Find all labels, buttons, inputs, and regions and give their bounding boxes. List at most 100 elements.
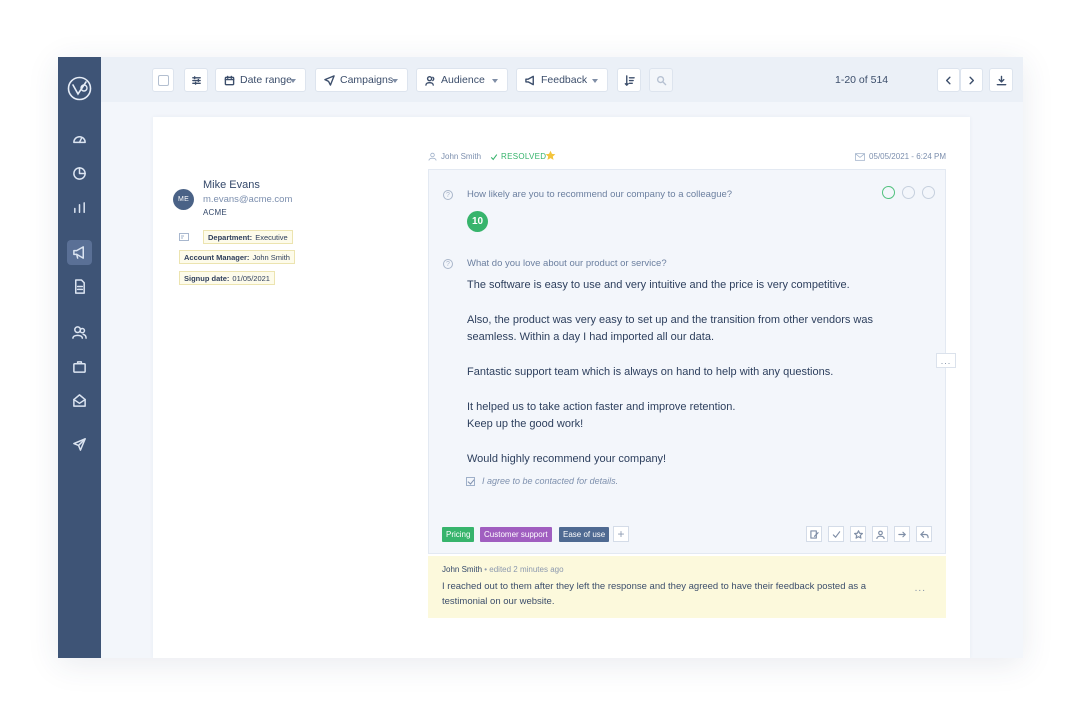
gauge-icon: [73, 136, 86, 144]
consent-label: I agree to be contacted for details.: [482, 476, 619, 486]
reply-icon: [919, 530, 929, 538]
checkbox-box: [157, 74, 169, 86]
attribute-account-manager-label: Account Manager:: [184, 252, 250, 262]
brand-logo-icon[interactable]: [66, 75, 93, 102]
sidebar-item-dashboard[interactable]: [67, 127, 92, 152]
tag-pricing[interactable]: Pricing: [442, 527, 475, 542]
sidebar-item-analytics[interactable]: [67, 195, 92, 220]
feedback-dropdown[interactable]: Feedback: [516, 68, 608, 92]
envelope-icon: [855, 152, 866, 161]
campaigns-dropdown[interactable]: Campaigns: [315, 68, 408, 92]
tag-ease-of-use[interactable]: Ease of use: [559, 527, 610, 542]
star-icon[interactable]: [545, 150, 556, 161]
feedback-label: Feedback: [541, 74, 588, 86]
answer-paragraph: It helped us to take action faster and i…: [467, 401, 736, 413]
star-outline-icon: [853, 529, 863, 539]
nps-score-badge: 10: [467, 211, 488, 232]
sidebar-item-contacts[interactable]: [67, 320, 92, 345]
smile-face-icon: [882, 186, 895, 199]
sidebar: [58, 57, 101, 658]
audience-label: Audience: [441, 74, 485, 86]
bar-chart-icon: [74, 202, 85, 213]
contact-email[interactable]: m.evans@acme.com: [203, 194, 292, 205]
pagination-label: 1-20 of 514: [835, 74, 889, 86]
filters-button[interactable]: [184, 68, 208, 92]
neutral-face-icon: [902, 186, 915, 199]
contact-company: ACME: [203, 208, 227, 217]
next-page-button[interactable]: [960, 68, 983, 92]
contact-name[interactable]: Mike Evans: [203, 179, 260, 191]
download-icon: [996, 75, 1006, 85]
chevron-down-icon: [592, 79, 598, 83]
edit-icon: [809, 529, 819, 539]
check-icon: [490, 153, 498, 160]
add-tag-button[interactable]: +: [613, 526, 629, 542]
sidebar-item-reports[interactable]: [67, 161, 92, 186]
answer-paragraph: The software is easy to use and very int…: [467, 279, 850, 291]
chevron-right-icon: [969, 76, 975, 84]
sidebar-item-send[interactable]: [67, 432, 92, 457]
assign-button[interactable]: [872, 526, 888, 542]
sidebar-item-documents[interactable]: [67, 274, 92, 299]
answer-paragraph: Keep up the good work!: [467, 418, 584, 430]
consent-checkbox[interactable]: I agree to be contacted for details.: [466, 476, 618, 486]
response-date-text: 05/05/2021 - 6:24 PM: [869, 152, 946, 161]
forward-button[interactable]: [894, 526, 910, 542]
megaphone-icon: [525, 75, 534, 85]
reply-button[interactable]: [916, 526, 932, 542]
chevron-left-icon: [945, 76, 951, 84]
paper-plane-icon: [324, 74, 335, 86]
favorite-button[interactable]: [850, 526, 866, 542]
tag-customer-support[interactable]: Customer support: [480, 527, 552, 542]
document-icon: [75, 279, 85, 294]
select-all-checkbox[interactable]: [152, 68, 174, 92]
users-icon: [425, 75, 435, 86]
attribute-signup-date: Signup date: 01/05/2021: [179, 271, 275, 285]
avatar[interactable]: ME: [173, 189, 194, 210]
response-card: ME Mike Evans m.evans@acme.com ACME Depa…: [153, 117, 970, 658]
response-date: 05/05/2021 - 6:24 PM: [855, 152, 946, 161]
sidebar-item-feedback[interactable]: [67, 240, 92, 265]
chevron-down-icon: [290, 79, 296, 83]
megaphone-icon: [73, 246, 84, 259]
search-icon: [656, 75, 666, 85]
answer-paragraph: Would highly recommend your company!: [467, 453, 667, 465]
date-range-label: Date range: [240, 74, 292, 86]
resolve-button[interactable]: [828, 526, 844, 542]
users-icon: [72, 326, 87, 339]
search-button[interactable]: [649, 68, 673, 92]
question-nps: How likely are you to recommend our comp…: [467, 189, 733, 200]
sidebar-item-inbox[interactable]: [67, 388, 92, 413]
briefcase-icon: [73, 361, 86, 373]
attribute-department: Department: Executive: [203, 230, 293, 244]
survey-response: ? How likely are you to recommend our co…: [428, 169, 946, 554]
question-love: What do you love about our product or se…: [467, 258, 667, 269]
attribute-signup-date-value: 01/05/2021: [232, 273, 270, 283]
calendar-icon: [224, 75, 235, 85]
sidebar-item-accounts[interactable]: [67, 354, 92, 379]
status-badge[interactable]: RESOLVED: [490, 152, 546, 161]
answer-paragraph: Fantastic support team which is always o…: [467, 366, 834, 378]
internal-note: John Smith • edited 2 minutes ago I reac…: [428, 556, 946, 618]
audience-dropdown[interactable]: Audience: [416, 68, 508, 92]
download-button[interactable]: [989, 68, 1013, 92]
prev-page-button[interactable]: [937, 68, 960, 92]
answer-paragraph: Also, the product was very easy to set u…: [467, 314, 873, 343]
date-range-dropdown[interactable]: Date range: [215, 68, 306, 92]
response-more-button[interactable]: ...: [936, 353, 956, 368]
attribute-signup-date-label: Signup date:: [184, 273, 230, 283]
sort-icon: [624, 74, 635, 86]
note-author: John Smith: [442, 565, 483, 574]
forward-icon: [897, 531, 906, 537]
attribute-department-label: Department:: [208, 232, 253, 242]
attribute-department-value: Executive: [255, 232, 288, 242]
edit-button[interactable]: [806, 526, 822, 542]
assignee-name: John Smith: [441, 152, 482, 161]
check-icon: [832, 530, 840, 538]
note-text: I reached out to them after they left th…: [442, 581, 867, 607]
assignee[interactable]: John Smith: [428, 152, 481, 161]
envelope-open-icon: [73, 394, 86, 407]
sort-button[interactable]: [617, 68, 641, 92]
campaigns-label: Campaigns: [340, 74, 394, 86]
note-more-button[interactable]: ...: [915, 583, 926, 594]
